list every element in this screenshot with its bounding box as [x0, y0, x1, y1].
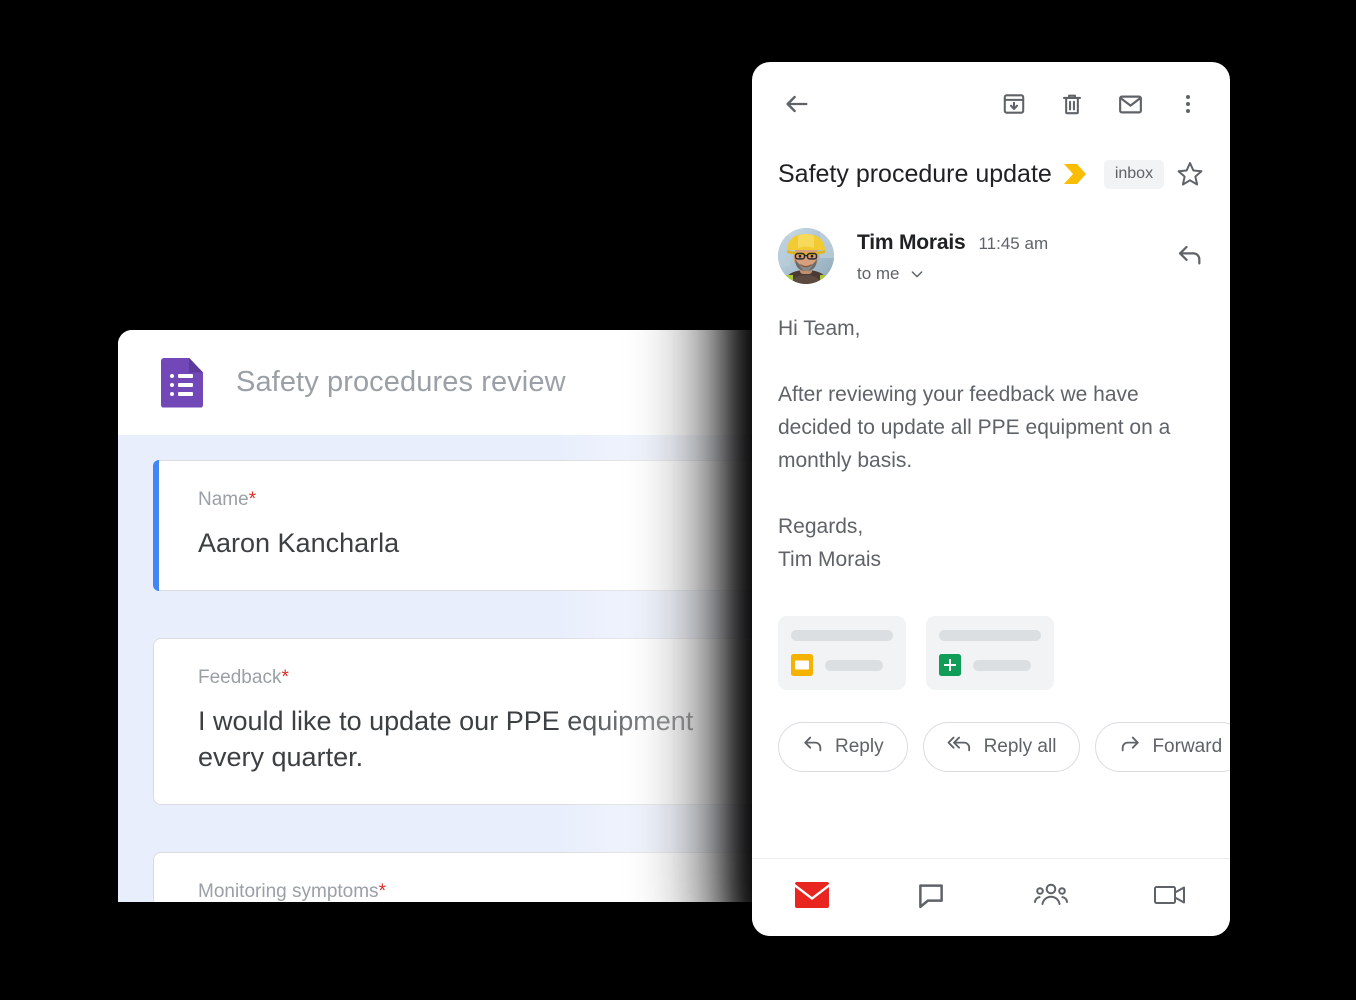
forward-button-label: Forward	[1152, 736, 1223, 757]
attachment-subtitle-placeholder	[973, 659, 1031, 671]
chevron-down-icon[interactable]	[909, 266, 925, 282]
reply-button-label: Reply	[835, 736, 884, 757]
sender-meta: Tim Morais 11:45 am to me	[857, 228, 1048, 284]
subject-row: Safety procedure update inbox	[752, 146, 1230, 202]
archive-icon[interactable]	[994, 84, 1034, 124]
back-arrow-icon[interactable]	[777, 84, 817, 124]
meet-video-icon	[1153, 882, 1187, 913]
form-question-feedback[interactable]: Feedback* I would like to update our PPE…	[153, 637, 793, 806]
attachment-subtitle-placeholder	[825, 659, 883, 671]
forward-icon	[1119, 733, 1141, 761]
subject-text: Safety procedure update	[778, 159, 1052, 188]
yellow-chevron-icon	[1062, 163, 1090, 185]
reply-all-button[interactable]: Reply all	[922, 722, 1081, 772]
form-question-name[interactable]: Name* Aaron Kancharla	[153, 460, 793, 591]
message-timestamp: 11:45 am	[978, 234, 1049, 253]
body-signature: Regards, Tim Morais	[778, 515, 882, 571]
reply-all-icon	[947, 733, 973, 761]
gmail-message-window: Safety procedure update inbox Tim Morais…	[752, 62, 1230, 936]
forms-header: Safety procedures review	[118, 330, 808, 435]
attachment-chip-sheets[interactable]	[926, 616, 1054, 690]
question-label: Monitoring symptoms*	[198, 881, 792, 902]
mail-icon	[794, 882, 829, 913]
body-paragraph: After reviewing your feedback we have de…	[778, 383, 1171, 472]
bottom-navigation	[752, 858, 1230, 936]
message-body: Hi Team, After reviewing your feedback w…	[752, 284, 1230, 576]
google-forms-window: Safety procedures review Name* Aaron Kan…	[118, 330, 808, 902]
nav-spaces[interactable]	[991, 882, 1111, 913]
google-slides-icon	[791, 654, 813, 676]
attachment-title-placeholder	[791, 630, 893, 641]
google-forms-icon	[161, 357, 203, 408]
form-question-monitoring-symptoms[interactable]: Monitoring symptoms*	[153, 852, 793, 902]
chat-icon	[916, 880, 946, 915]
more-vertical-icon[interactable]	[1168, 84, 1208, 124]
body-paragraph: Hi Team,	[778, 317, 861, 340]
gmail-toolbar	[752, 62, 1230, 146]
reply-arrow-icon[interactable]	[1170, 234, 1210, 274]
forms-title: Safety procedures review	[236, 366, 566, 398]
question-answer[interactable]: Aaron Kancharla	[198, 525, 738, 562]
star-outline-icon[interactable]	[1170, 154, 1210, 194]
sender-name: Tim Morais	[857, 231, 966, 254]
question-label-text: Monitoring symptoms	[198, 881, 379, 902]
question-label: Name*	[198, 489, 792, 511]
google-sheets-icon	[939, 654, 961, 676]
attachment-title-placeholder	[939, 630, 1041, 641]
question-label: Feedback*	[198, 667, 792, 689]
recipient-text: to me	[857, 264, 900, 283]
reply-icon	[802, 733, 824, 761]
required-asterisk: *	[378, 881, 386, 902]
inbox-label-chip[interactable]: inbox	[1103, 159, 1165, 189]
required-asterisk: *	[248, 489, 257, 510]
forms-question-list: Name* Aaron Kancharla Feedback* I would …	[118, 435, 808, 902]
nav-mail[interactable]	[752, 882, 872, 913]
avatar[interactable]	[778, 228, 834, 284]
question-answer[interactable]: I would like to update our PPE equipment…	[198, 703, 738, 776]
sender-row: Tim Morais 11:45 am to me	[752, 202, 1230, 284]
screenshot-root: Safety procedures review Name* Aaron Kan…	[0, 0, 1356, 1000]
envelope-icon[interactable]	[1110, 84, 1150, 124]
reply-button[interactable]: Reply	[778, 722, 908, 772]
nav-chat[interactable]	[872, 880, 992, 915]
message-actions: Reply Reply all Forward	[752, 690, 1230, 772]
question-label-text: Feedback	[198, 666, 282, 688]
question-label-text: Name	[198, 489, 249, 510]
required-asterisk: *	[281, 666, 289, 688]
forward-button[interactable]: Forward	[1095, 722, 1230, 772]
trash-icon[interactable]	[1052, 84, 1092, 124]
attachment-list	[752, 576, 1230, 690]
reply-all-button-label: Reply all	[983, 736, 1057, 757]
attachment-chip-slides[interactable]	[778, 616, 906, 690]
nav-meet[interactable]	[1111, 882, 1231, 913]
spaces-people-icon	[1033, 882, 1068, 913]
